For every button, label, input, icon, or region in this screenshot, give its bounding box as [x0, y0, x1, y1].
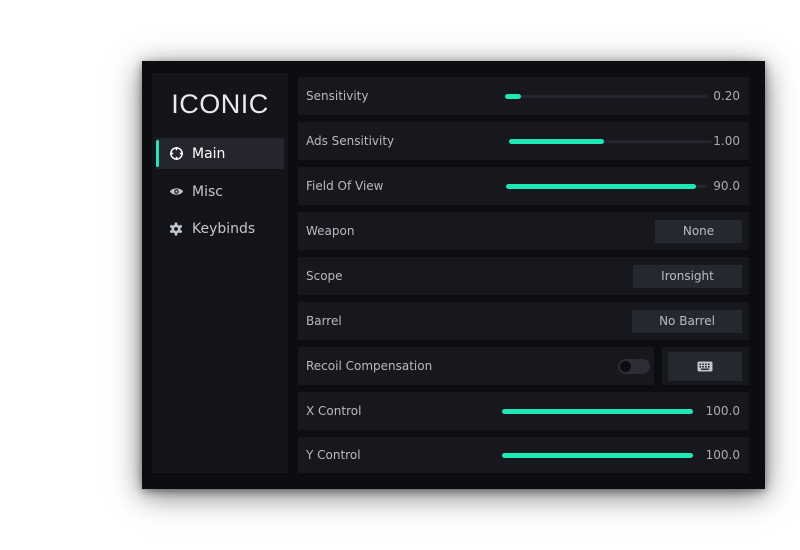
- sidebar-item-label: Misc: [192, 183, 223, 200]
- scope-dropdown[interactable]: Ironsight: [633, 265, 742, 288]
- y-control-slider-fill: [502, 453, 693, 458]
- x-control-row: X Control 100.0: [298, 392, 749, 430]
- weapon-row: Weapon None: [298, 212, 749, 250]
- x-control-slider-fill: [502, 409, 693, 414]
- field-of-view-row: Field Of View 90.0: [298, 167, 749, 205]
- sensitivity-slider-fill: [505, 94, 522, 99]
- field-of-view-slider[interactable]: [506, 184, 706, 189]
- ads-sensitivity-slider[interactable]: [509, 139, 712, 144]
- keyboard-icon: [697, 357, 713, 376]
- y-control-label: Y Control: [306, 448, 361, 462]
- sidebar-item-label: Keybinds: [192, 220, 256, 237]
- recoil-compensation-row: Recoil Compensation: [298, 347, 654, 385]
- field-of-view-value: 90.0: [713, 179, 740, 193]
- sidebar-item-keybinds[interactable]: Keybinds: [156, 213, 284, 244]
- x-control-label: X Control: [306, 404, 362, 418]
- field-of-view-slider-fill: [506, 184, 696, 189]
- sensitivity-value: 0.20: [713, 89, 740, 103]
- sensitivity-row: Sensitivity 0.20: [298, 77, 749, 115]
- barrel-row: Barrel No Barrel: [298, 302, 749, 340]
- gear-icon: [168, 221, 184, 237]
- x-control-value: 100.0: [705, 404, 740, 418]
- sidebar-item-main[interactable]: Main: [156, 138, 284, 169]
- y-control-slider[interactable]: [502, 453, 693, 458]
- sensitivity-label: Sensitivity: [306, 89, 369, 103]
- ads-sensitivity-row: Ads Sensitivity 1.00: [298, 122, 749, 160]
- barrel-dropdown[interactable]: No Barrel: [632, 310, 742, 333]
- recoil-compensation-toggle[interactable]: [618, 359, 650, 374]
- eye-icon: [168, 184, 184, 200]
- weapon-dropdown[interactable]: None: [655, 220, 742, 243]
- weapon-label: Weapon: [306, 224, 355, 238]
- barrel-label: Barrel: [306, 314, 342, 328]
- recoil-keybind-button[interactable]: [668, 352, 742, 381]
- crosshair-icon: [168, 146, 184, 162]
- toggle-knob: [620, 361, 631, 372]
- ads-sensitivity-slider-fill: [509, 139, 605, 144]
- app-title: ICONIC: [171, 89, 269, 119]
- ads-sensitivity-label: Ads Sensitivity: [306, 134, 395, 148]
- scope-row: Scope Ironsight: [298, 257, 749, 295]
- y-control-value: 100.0: [705, 448, 740, 462]
- y-control-row: Y Control 100.0: [298, 437, 749, 473]
- field-of-view-label: Field Of View: [306, 179, 384, 193]
- sidebar-item-misc[interactable]: Misc: [156, 176, 284, 207]
- sidebar-item-label: Main: [192, 145, 226, 162]
- scope-label: Scope: [306, 269, 343, 283]
- recoil-keybind-cell: [662, 347, 749, 385]
- ads-sensitivity-value: 1.00: [713, 134, 740, 148]
- app-window: ICONIC Main Misc Keybinds Sensitivity 0.…: [142, 61, 765, 489]
- sidebar: ICONIC Main Misc Keybinds: [152, 73, 288, 473]
- x-control-slider[interactable]: [502, 409, 693, 414]
- recoil-compensation-label: Recoil Compensation: [306, 359, 433, 373]
- sensitivity-slider[interactable]: [505, 94, 708, 99]
